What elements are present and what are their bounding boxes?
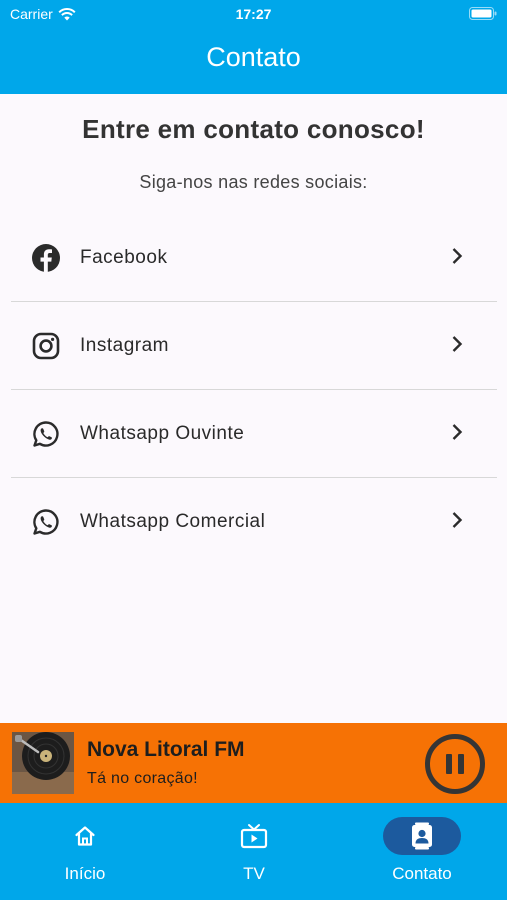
facebook-link[interactable]: Facebook xyxy=(11,214,497,302)
whatsapp-comercial-link[interactable]: Whatsapp Comercial xyxy=(11,478,497,566)
facebook-icon xyxy=(30,242,62,274)
chevron-right-icon xyxy=(452,512,463,528)
instagram-icon xyxy=(30,330,62,362)
contact-card-icon xyxy=(383,817,461,855)
chevron-right-icon xyxy=(452,248,463,264)
home-icon xyxy=(46,817,124,855)
whatsapp-icon xyxy=(30,418,62,450)
chevron-right-icon xyxy=(452,424,463,440)
tv-icon xyxy=(215,817,293,855)
instagram-link-label: Instagram xyxy=(80,334,169,356)
whatsapp-ouvinte-label: Whatsapp Ouvinte xyxy=(80,422,245,444)
status-time: 17:27 xyxy=(235,6,272,22)
station-slogan: Tá no coração! xyxy=(87,770,198,787)
nav-item-tv[interactable]: TV xyxy=(189,803,319,900)
page-title: Contato xyxy=(206,42,301,72)
battery-icon xyxy=(469,7,497,20)
contact-heading: Entre em contato conosco! xyxy=(82,114,425,144)
social-subheading: Siga-nos nas redes sociais: xyxy=(139,172,368,192)
pause-icon xyxy=(446,754,452,774)
vinyl-cover-image xyxy=(12,732,74,794)
nav-label-tv: TV xyxy=(243,864,265,883)
nav-item-contato[interactable]: Contato xyxy=(357,803,487,900)
nav-item-inicio[interactable]: Início xyxy=(20,803,150,900)
status-bar: Carrier 17:27 xyxy=(0,0,507,28)
social-links-list: Facebook Instagram Whatsapp Ouvinte What… xyxy=(11,214,497,566)
bottom-navigation: Início TV Contato xyxy=(0,803,507,900)
app-header: Carrier 17:27 Contato xyxy=(0,0,507,94)
chevron-right-icon xyxy=(452,336,463,352)
contact-page: Entre em contato conosco! Siga-nos nas r… xyxy=(0,94,507,723)
facebook-link-label: Facebook xyxy=(80,246,168,268)
whatsapp-comercial-label: Whatsapp Comercial xyxy=(80,511,266,532)
whatsapp-icon xyxy=(30,506,62,538)
mini-player[interactable]: Nova Litoral FM Tá no coração! xyxy=(0,723,507,803)
pause-button[interactable] xyxy=(424,733,486,795)
whatsapp-ouvinte-link[interactable]: Whatsapp Ouvinte xyxy=(11,390,497,478)
station-name: Nova Litoral FM xyxy=(87,738,245,761)
nav-label-inicio: Início xyxy=(64,864,106,883)
nav-label-contato: Contato xyxy=(392,864,452,883)
instagram-link[interactable]: Instagram xyxy=(11,302,497,390)
